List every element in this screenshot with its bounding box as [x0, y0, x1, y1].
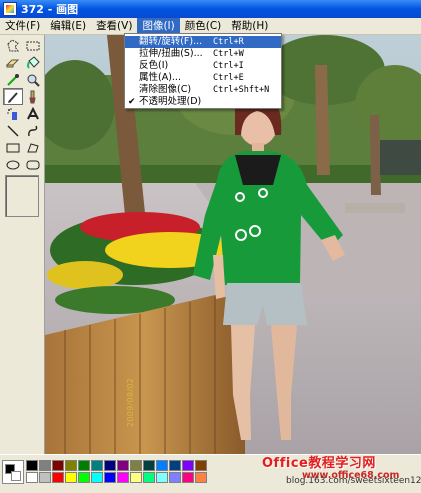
palette-swatch[interactable]	[195, 472, 207, 483]
menu-file[interactable]: 文件(F)	[0, 18, 45, 34]
tool-options-box[interactable]	[5, 175, 39, 217]
palette-swatch[interactable]	[26, 472, 38, 483]
current-colors	[2, 460, 24, 484]
menu-item-draw-opaque[interactable]: ✔ 不透明处理(D)	[125, 96, 281, 108]
menu-item-attributes[interactable]: 属性(A)... Ctrl+E	[125, 72, 281, 84]
palette-swatch[interactable]	[182, 460, 194, 471]
rectangle-icon[interactable]	[3, 139, 23, 156]
palette-swatch[interactable]	[195, 460, 207, 471]
menu-item-invert-colors[interactable]: 反色(I) Ctrl+I	[125, 60, 281, 72]
menu-edit[interactable]: 编辑(E)	[45, 18, 91, 34]
blog-credit: blog.163.com/sweetsixteen126	[286, 476, 421, 486]
watermark-title: Office教程学习网	[262, 456, 376, 471]
eraser-icon[interactable]	[3, 54, 23, 71]
image-menu-dropdown: 翻转/旋转(F)... Ctrl+R 拉伸/扭曲(S)... Ctrl+W 反色…	[124, 33, 282, 109]
palette-swatch[interactable]	[65, 472, 77, 483]
checkmark-icon: ✔	[128, 97, 136, 107]
airbrush-icon[interactable]	[3, 105, 23, 122]
fill-bucket-icon[interactable]	[23, 54, 43, 71]
palette-swatch[interactable]	[169, 460, 181, 471]
curve-icon[interactable]	[23, 122, 43, 139]
title-bar: 372 - 画图	[0, 0, 421, 18]
palette-swatch[interactable]	[169, 472, 181, 483]
text-icon[interactable]	[23, 105, 43, 122]
menu-item-clear-image[interactable]: 清除图像(C) Ctrl+Shft+N	[125, 84, 281, 96]
line-icon[interactable]	[3, 122, 23, 139]
palette-swatch[interactable]	[78, 472, 90, 483]
background-color	[11, 471, 21, 481]
palette-swatches	[26, 460, 207, 483]
menu-image[interactable]: 图像(I)	[137, 18, 180, 34]
photo-date-stamp: 2009/08/02	[126, 377, 135, 427]
magnifier-icon[interactable]	[23, 71, 43, 88]
palette-swatch[interactable]	[130, 472, 142, 483]
palette-swatch[interactable]	[65, 460, 77, 471]
color-picker-icon[interactable]	[3, 71, 23, 88]
palette-swatch[interactable]	[117, 472, 129, 483]
palette-swatch[interactable]	[130, 460, 142, 471]
palette-swatch[interactable]	[143, 472, 155, 483]
palette-swatch[interactable]	[156, 472, 168, 483]
menu-item-flip-rotate[interactable]: 翻转/旋转(F)... Ctrl+R	[125, 36, 281, 48]
palette-swatch[interactable]	[39, 460, 51, 471]
palette-swatch[interactable]	[52, 472, 64, 483]
ellipse-icon[interactable]	[3, 156, 23, 173]
palette-swatch[interactable]	[26, 460, 38, 471]
rect-select-icon[interactable]	[23, 37, 43, 54]
palette-swatch[interactable]	[104, 472, 116, 483]
polygon-icon[interactable]	[23, 139, 43, 156]
palette-swatch[interactable]	[182, 472, 194, 483]
palette-swatch[interactable]	[91, 472, 103, 483]
pencil-icon[interactable]	[3, 88, 23, 105]
palette-swatch[interactable]	[39, 472, 51, 483]
free-select-icon[interactable]	[3, 37, 23, 54]
palette-swatch[interactable]	[52, 460, 64, 471]
menu-help[interactable]: 帮助(H)	[226, 18, 273, 34]
menu-colors[interactable]: 颜色(C)	[180, 18, 227, 34]
rounded-rect-icon[interactable]	[23, 156, 43, 173]
palette-swatch[interactable]	[143, 460, 155, 471]
brush-icon[interactable]	[23, 88, 43, 105]
palette-swatch[interactable]	[91, 460, 103, 471]
window-title: 372 - 画图	[21, 3, 79, 16]
palette-swatch[interactable]	[117, 460, 129, 471]
palette-swatch[interactable]	[78, 460, 90, 471]
tool-box	[0, 35, 45, 454]
paint-app-icon[interactable]	[3, 2, 17, 16]
menu-item-stretch-skew[interactable]: 拉伸/扭曲(S)... Ctrl+W	[125, 48, 281, 60]
palette-swatch[interactable]	[156, 460, 168, 471]
menu-view[interactable]: 查看(V)	[91, 18, 137, 34]
palette-swatch[interactable]	[104, 460, 116, 471]
